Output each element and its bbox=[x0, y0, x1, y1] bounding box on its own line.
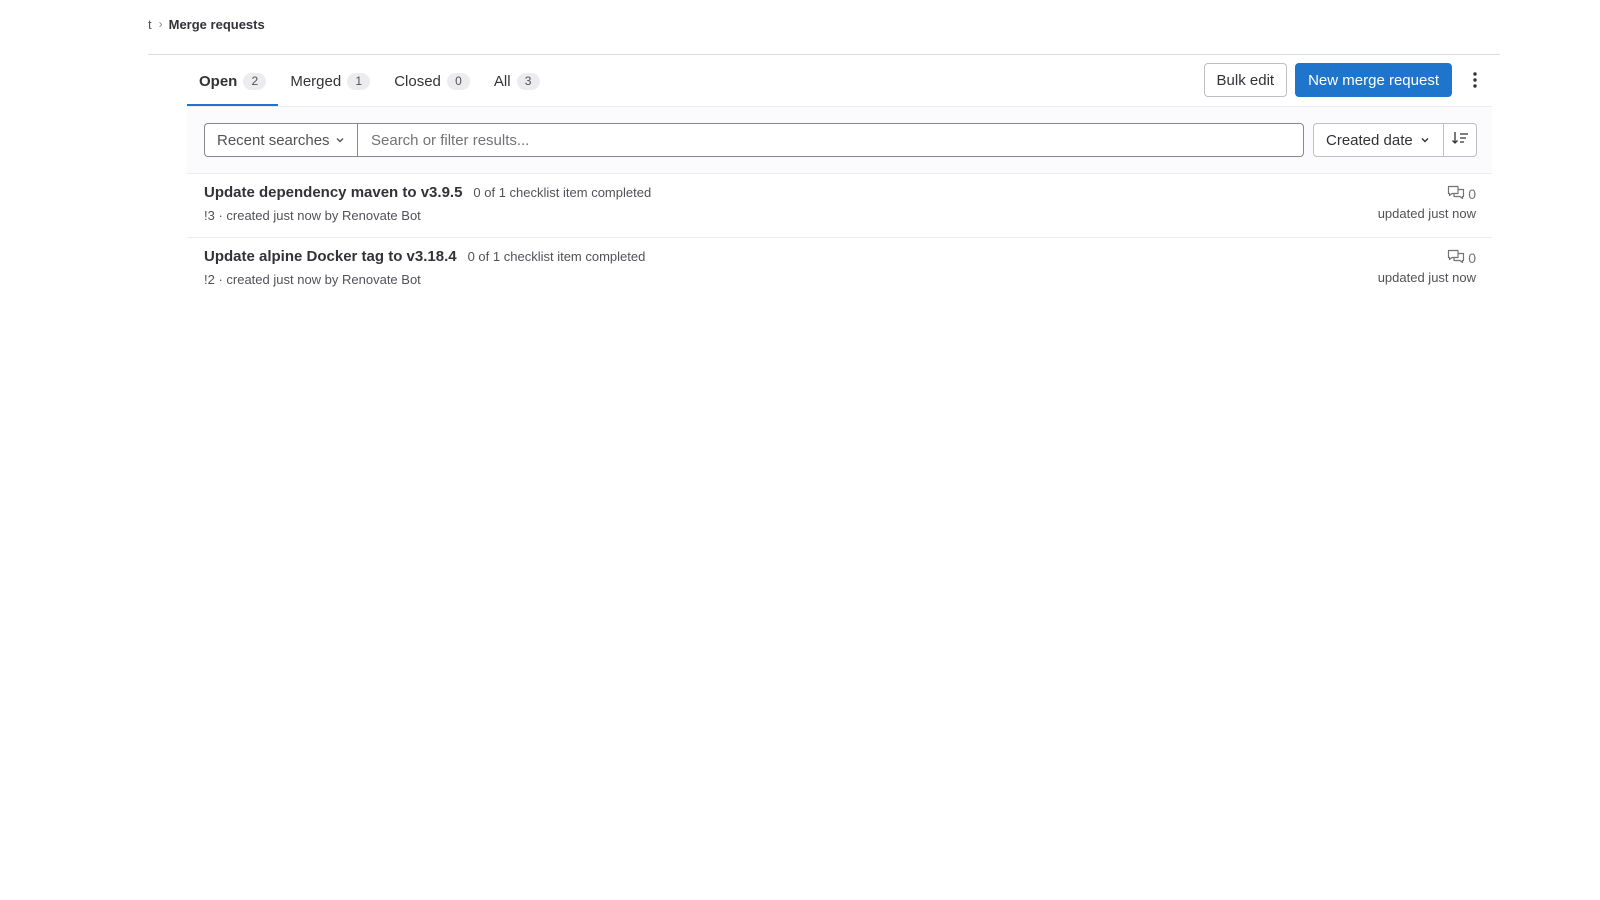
search-input[interactable] bbox=[357, 123, 1304, 157]
merge-request-main: Update alpine Docker tag to v3.18.4 0 of… bbox=[204, 248, 645, 287]
comments-count: 0 bbox=[1468, 186, 1476, 202]
tab-label: Merged bbox=[290, 72, 342, 90]
tab-all[interactable]: All 3 bbox=[482, 56, 552, 106]
tab-label: All bbox=[493, 72, 511, 90]
tab-label: Open bbox=[199, 72, 238, 90]
checklist-status: 0 of 1 checklist item completed bbox=[473, 185, 652, 200]
comments-icon bbox=[1447, 185, 1465, 204]
comments-link[interactable]: 0 bbox=[1378, 248, 1476, 268]
merge-requests-page: t › Merge requests Open 2 Merged 1 Close… bbox=[0, 0, 1600, 900]
list-item: Update dependency maven to v3.9.5 0 of 1… bbox=[187, 174, 1492, 238]
merge-request-title-link[interactable]: Update dependency maven to v3.9.5 bbox=[204, 184, 462, 201]
state-tabs: Open 2 Merged 1 Closed 0 All 3 bbox=[187, 56, 552, 106]
merge-request-title-link[interactable]: Update alpine Docker tag to v3.18.4 bbox=[204, 248, 457, 265]
merge-request-main: Update dependency maven to v3.9.5 0 of 1… bbox=[204, 184, 651, 223]
header-actions: Bulk edit New merge request bbox=[1203, 63, 1492, 97]
tab-count-badge: 1 bbox=[347, 72, 371, 90]
tab-merged[interactable]: Merged 1 bbox=[278, 56, 382, 106]
comments-count: 0 bbox=[1468, 250, 1476, 266]
sort-by-label: Created date bbox=[1326, 131, 1413, 149]
list-item: Update alpine Docker tag to v3.18.4 0 of… bbox=[187, 238, 1492, 302]
bulk-edit-button[interactable]: Bulk edit bbox=[1203, 63, 1288, 97]
merge-request-list: Update dependency maven to v3.9.5 0 of 1… bbox=[187, 174, 1492, 302]
merge-request-title-line: Update dependency maven to v3.9.5 0 of 1… bbox=[204, 184, 651, 206]
breadcrumb: t › Merge requests bbox=[148, 17, 1500, 55]
merge-request-side: 0 updated just now bbox=[1378, 184, 1476, 221]
breadcrumb-item-merge-requests[interactable]: Merge requests bbox=[169, 17, 265, 32]
tab-closed[interactable]: Closed 0 bbox=[382, 56, 482, 106]
chevron-down-icon bbox=[335, 132, 345, 149]
tab-label: Closed bbox=[394, 72, 441, 90]
chevron-down-icon bbox=[1420, 132, 1430, 149]
filter-bar: Recent searches Created date bbox=[187, 106, 1492, 174]
comments-icon bbox=[1447, 249, 1465, 268]
merge-request-title-line: Update alpine Docker tag to v3.18.4 0 of… bbox=[204, 248, 645, 270]
recent-searches-dropdown[interactable]: Recent searches bbox=[204, 123, 357, 157]
sort-lowest-icon bbox=[1451, 131, 1469, 150]
sort-direction-button[interactable] bbox=[1444, 123, 1477, 157]
tab-count-badge: 0 bbox=[446, 72, 470, 90]
comments-link[interactable]: 0 bbox=[1378, 184, 1476, 204]
sort-group: Created date bbox=[1313, 123, 1477, 157]
updated-timestamp: updated just now bbox=[1377, 270, 1476, 285]
new-merge-request-button[interactable]: New merge request bbox=[1295, 63, 1452, 97]
merge-request-side: 0 updated just now bbox=[1378, 248, 1476, 285]
merge-request-meta: !2 · created just now by Renovate Bot bbox=[204, 272, 421, 287]
merge-request-meta: !3 · created just now by Renovate Bot bbox=[204, 208, 421, 223]
sort-by-dropdown[interactable]: Created date bbox=[1313, 123, 1444, 157]
tab-count-badge: 3 bbox=[516, 72, 540, 90]
tabs-row: Open 2 Merged 1 Closed 0 All 3 Bulk edit… bbox=[187, 56, 1492, 106]
chevron-right-icon: › bbox=[158, 17, 163, 31]
ellipsis-vertical-icon[interactable] bbox=[1458, 63, 1492, 97]
tab-open[interactable]: Open 2 bbox=[187, 56, 279, 106]
tab-count-badge: 2 bbox=[243, 72, 267, 90]
updated-timestamp: updated just now bbox=[1377, 206, 1476, 221]
recent-searches-label: Recent searches bbox=[217, 131, 330, 149]
breadcrumb-item-project[interactable]: t bbox=[148, 17, 152, 32]
checklist-status: 0 of 1 checklist item completed bbox=[467, 249, 646, 264]
